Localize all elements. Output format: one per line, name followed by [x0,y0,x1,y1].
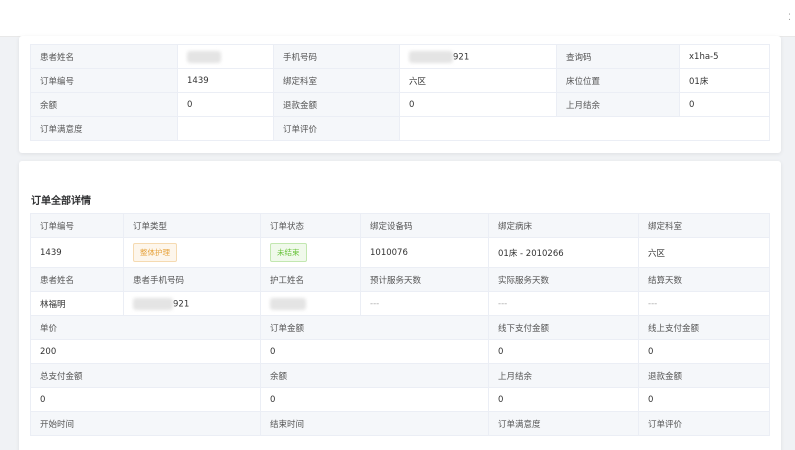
redacted-caregiver [270,297,306,310]
order-info-card: 患者姓名 手机号码 921 查询码 x1ha-5 订单编号 1439 绑定科室 … [19,36,781,153]
detail-header-row: 患者姓名 患者手机号码 护工姓名 预计服务天数 实际服务天数 结算天数 [30,267,770,292]
order-status-cell: 未结束 [260,237,361,268]
redacted-phone [133,297,173,310]
order-detail-card: 订单全部详情 订单编号 订单类型 订单状态 绑定设备码 绑定病床 绑定科室 14… [19,161,781,450]
header-cell: 上月结余 [488,363,639,388]
header-cell: 绑定设备码 [360,213,489,238]
header-cell: 订单金额 [260,315,489,340]
order-no-label: 订单编号 [30,68,178,93]
actual-days-cell: --- [488,291,639,316]
header-cell: 开始时间 [30,411,261,436]
header-cell: 订单评价 [638,411,770,436]
balance-cell: 0 [260,387,489,412]
header-cell: 线上支付金额 [638,315,770,340]
header-cell: 订单满意度 [488,411,639,436]
bed-value: 01床 [679,68,770,93]
detail-header-row: 订单编号 订单类型 订单状态 绑定设备码 绑定病床 绑定科室 [30,213,770,238]
order-status-tag: 未结束 [270,243,307,262]
device-code-cell: 1010076 [360,237,489,268]
department-value: 六区 [399,68,557,93]
query-code-label: 查询码 [556,44,680,69]
info-row: 余额 0 退款金额 0 上月结余 0 [30,92,770,117]
detail-value-row: 1439 整体护理 未结束 1010076 01床 - 2010266 六区 [30,237,770,268]
header-cell: 订单状态 [260,213,361,238]
order-amount-cell: 0 [260,339,489,364]
patient-phone-cell: 921 [123,291,261,316]
department-cell: 六区 [638,237,770,268]
order-type-cell: 整体护理 [123,237,261,268]
balance-value: 0 [177,92,274,117]
online-pay-cell: 0 [638,339,770,364]
settle-days-cell: --- [638,291,770,316]
planned-days-cell: --- [360,291,489,316]
detail-header-row: 总支付金额 余额 上月结余 退款金额 [30,363,770,388]
info-row: 患者姓名 手机号码 921 查询码 x1ha-5 [30,44,770,69]
bed-cell: 01床 - 2010266 [488,237,639,268]
detail-value-row: 0 0 0 0 [30,387,770,412]
satisfaction-label: 订单满意度 [30,116,178,141]
header-cell: 余额 [260,363,489,388]
header-cell: 预计服务天数 [360,267,489,292]
total-pay-cell: 0 [30,387,261,412]
order-no-value: 1439 [177,68,274,93]
review-label: 订单评价 [273,116,400,141]
header-cell: 单价 [30,315,261,340]
balance-label: 余额 [30,92,178,117]
satisfaction-value [177,116,274,141]
header-cell: 订单编号 [30,213,124,238]
header-cell: 患者手机号码 [123,267,261,292]
offline-pay-cell: 0 [488,339,639,364]
refund-cell: 0 [638,387,770,412]
redacted-phone [409,50,453,63]
patient-name-value [177,44,274,69]
detail-value-row: 林福明 921 --- --- --- [30,291,770,316]
header-cell: 总支付金额 [30,363,261,388]
unit-price-cell: 200 [30,339,261,364]
info-row: 订单编号 1439 绑定科室 六区 床位位置 01床 [30,68,770,93]
top-bar: ⁚ [0,0,795,37]
detail-header-row: 开始时间 结束时间 订单满意度 订单评价 [30,411,770,436]
header-cell: 实际服务天数 [488,267,639,292]
patient-name-cell: 林福明 [30,291,124,316]
header-cell: 绑定病床 [488,213,639,238]
collapse-icon[interactable]: ⁚ [788,13,791,23]
detail-value-row: 200 0 0 0 [30,339,770,364]
department-label: 绑定科室 [273,68,400,93]
last-month-label: 上月结余 [556,92,680,117]
refund-label: 退款金额 [273,92,400,117]
header-cell: 结束时间 [260,411,489,436]
last-month-value: 0 [679,92,770,117]
order-type-tag: 整体护理 [133,243,177,262]
header-cell: 线下支付金额 [488,315,639,340]
section-title: 订单全部详情 [31,196,91,207]
order-info-table: 患者姓名 手机号码 921 查询码 x1ha-5 订单编号 1439 绑定科室 … [30,44,770,141]
order-no-cell: 1439 [30,237,124,268]
patient-name-label: 患者姓名 [30,44,178,69]
info-row: 订单满意度 订单评价 [30,116,770,141]
redacted-patient-name [187,50,221,63]
header-cell: 退款金额 [638,363,770,388]
bed-label: 床位位置 [556,68,680,93]
last-month-cell: 0 [488,387,639,412]
phone-value: 921 [399,44,557,69]
caregiver-name-cell [260,291,361,316]
review-value [399,116,770,141]
detail-header-row: 单价 订单金额 线下支付金额 线上支付金额 [30,315,770,340]
header-cell: 订单类型 [123,213,261,238]
header-cell: 绑定科室 [638,213,770,238]
header-cell: 结算天数 [638,267,770,292]
query-code-value: x1ha-5 [679,44,770,69]
header-cell: 护工姓名 [260,267,361,292]
order-detail-table: 订单编号 订单类型 订单状态 绑定设备码 绑定病床 绑定科室 1439 整体护理… [30,213,770,436]
phone-label: 手机号码 [273,44,400,69]
refund-value: 0 [399,92,557,117]
header-cell: 患者姓名 [30,267,124,292]
